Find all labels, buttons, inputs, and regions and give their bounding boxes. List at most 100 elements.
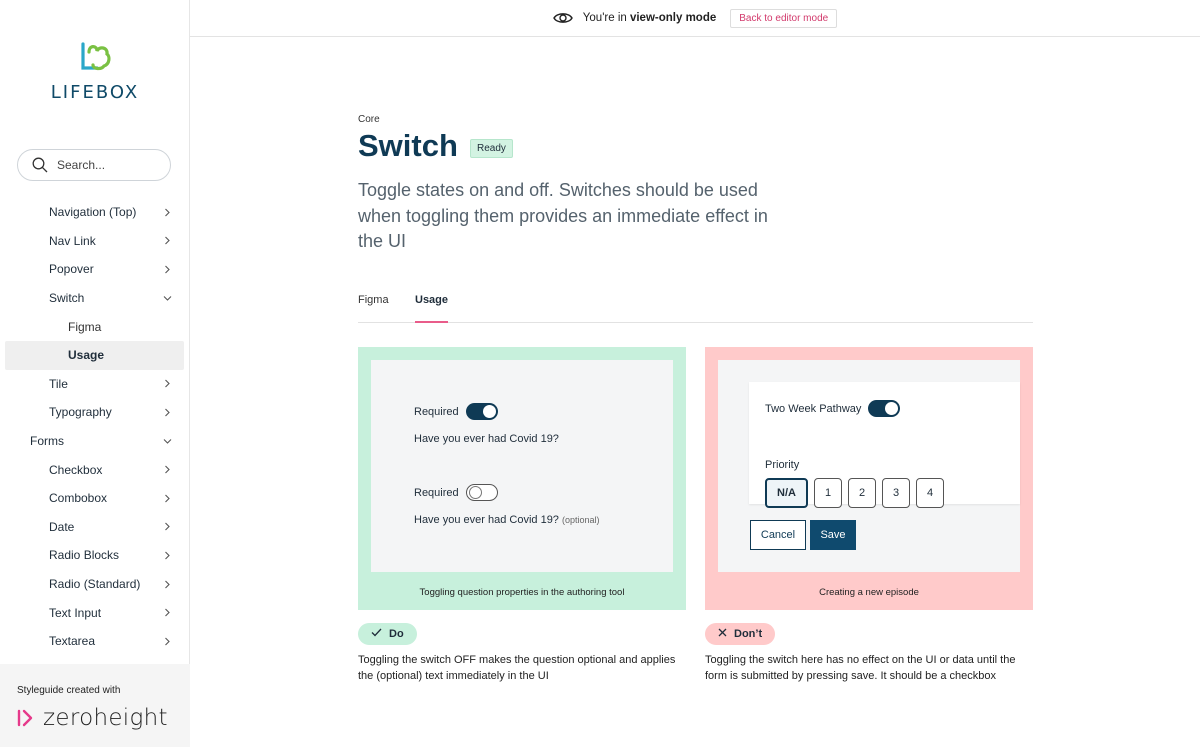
do-example-canvas: Required Have you ever had Covid 19? Req…: [371, 360, 673, 572]
required-toggle-row-on: Required: [414, 403, 498, 420]
chevron-right-icon: [162, 608, 172, 618]
dont-badge: Don’t: [705, 623, 776, 645]
sidebar-item-radio-blocks[interactable]: Radio Blocks: [0, 541, 190, 570]
pathway-toggle-row: Two Week Pathway: [765, 400, 901, 417]
sidebar-item-switch[interactable]: Switch: [0, 284, 190, 313]
chevron-down-icon: [162, 436, 172, 446]
sidebar-item-navigation-top[interactable]: Navigation (Top): [0, 198, 190, 227]
required-label: Required: [414, 486, 459, 499]
sidebar-item-typography[interactable]: Typography: [0, 398, 190, 427]
zeroheight-wordmark: zeroheight: [43, 705, 168, 731]
search-icon: [32, 157, 48, 173]
search-placeholder: Search...: [57, 158, 106, 172]
dont-label: Don’t: [734, 628, 763, 640]
page-description: Toggle states on and off. Switches shoul…: [358, 180, 768, 251]
view-mode-name: view-only mode: [629, 12, 717, 24]
switch-off[interactable]: [465, 484, 498, 501]
sidebar-item-tile[interactable]: Tile: [0, 370, 190, 399]
nav-label: Date: [49, 519, 75, 534]
close-icon: [718, 628, 727, 640]
chevron-right-icon: [162, 207, 172, 217]
status-badge: Ready: [470, 139, 513, 158]
priority-option-1[interactable]: 1: [814, 478, 842, 508]
back-to-editor-button[interactable]: Back to editor mode: [730, 8, 838, 28]
nav-label: Nav Link: [49, 233, 96, 248]
do-caption: Toggling question properties in the auth…: [419, 587, 625, 598]
sidebar: LIFEBOX Search... Navigation (Top) Nav L…: [0, 0, 190, 747]
tab-figma[interactable]: Figma: [358, 294, 389, 324]
priority-label: Priority: [765, 459, 800, 471]
priority-option-4[interactable]: 4: [916, 478, 944, 508]
sidebar-item-textarea[interactable]: Textarea: [0, 627, 190, 656]
eye-icon: [552, 13, 573, 23]
nav-label: Radio (Standard): [49, 577, 141, 592]
sidebar-nav: Navigation (Top) Nav Link Popover Switch…: [0, 198, 190, 656]
zeroheight-link[interactable]: zeroheight: [17, 705, 190, 731]
nav-label: Radio Blocks: [49, 548, 120, 563]
view-mode-text: You're in view-only mode: [583, 12, 716, 24]
dont-guidance: Toggling the switch here has no effect o…: [705, 654, 1016, 682]
dont-example-card: Two Week Pathway Priority N/A 1 2 3 4 Ca…: [705, 347, 1033, 610]
chevron-right-icon: [162, 522, 172, 532]
logo-text: LIFEBOX: [50, 82, 140, 103]
nav-label: Typography: [49, 405, 112, 420]
sidebar-item-combobox[interactable]: Combobox: [0, 484, 190, 513]
nav-label: Popover: [49, 262, 94, 277]
search-input[interactable]: Search...: [17, 149, 171, 181]
sidebar-item-text-input[interactable]: Text Input: [0, 598, 190, 627]
question-text: Have you ever had Covid 19?: [414, 433, 559, 445]
sidebar-item-forms[interactable]: Forms: [0, 427, 190, 456]
tab-usage[interactable]: Usage: [415, 294, 449, 323]
nav-label: Textarea: [49, 634, 96, 649]
nav-label: Usage: [68, 348, 105, 363]
check-icon: [371, 628, 382, 640]
do-label: Do: [389, 628, 404, 640]
nav-label: Figma: [68, 319, 102, 334]
sidebar-item-popover[interactable]: Popover: [0, 255, 190, 284]
sidebar-item-checkbox[interactable]: Checkbox: [0, 455, 190, 484]
logo[interactable]: LIFEBOX: [0, 40, 190, 103]
chevron-right-icon: [162, 379, 172, 389]
nav-label: Text Input: [49, 605, 102, 620]
sidebar-item-figma[interactable]: Figma: [0, 312, 190, 341]
pathway-label: Two Week Pathway: [765, 402, 862, 415]
switch-on[interactable]: [868, 400, 901, 417]
breadcrumb[interactable]: Core: [358, 114, 380, 125]
cancel-button[interactable]: Cancel: [750, 520, 806, 550]
chevron-right-icon: [162, 493, 172, 503]
sidebar-footer: Styleguide created with zeroheight: [0, 664, 190, 747]
required-toggle-row-off: Required: [414, 484, 498, 501]
nav-label: Combobox: [49, 491, 108, 506]
priority-option-2[interactable]: 2: [848, 478, 876, 508]
do-example-card: Required Have you ever had Covid 19? Req…: [358, 347, 686, 610]
question-text-optional: Have you ever had Covid 19? (optional): [414, 514, 600, 526]
dont-caption: Creating a new episode: [819, 587, 919, 598]
priority-option-na[interactable]: N/A: [765, 478, 808, 508]
episode-form-panel: Two Week Pathway Priority N/A 1 2 3 4: [749, 382, 1020, 508]
switch-on[interactable]: [465, 403, 498, 420]
dont-example-canvas: Two Week Pathway Priority N/A 1 2 3 4 Ca…: [718, 360, 1020, 572]
required-label: Required: [414, 405, 459, 418]
nav-label: Forms: [30, 434, 64, 449]
chevron-right-icon: [162, 407, 172, 417]
chevron-right-icon: [162, 579, 172, 589]
priority-option-3[interactable]: 3: [882, 478, 910, 508]
nav-label: Switch: [49, 291, 85, 306]
chevron-right-icon: [162, 550, 172, 560]
sidebar-item-radio-standard[interactable]: Radio (Standard): [0, 570, 190, 599]
nav-label: Tile: [49, 376, 68, 391]
save-button[interactable]: Save: [810, 520, 856, 550]
nav-label: Checkbox: [49, 462, 103, 477]
sidebar-item-nav-link[interactable]: Nav Link: [0, 227, 190, 256]
sidebar-item-usage[interactable]: Usage: [5, 340, 184, 370]
lifebox-logo-icon: [81, 42, 111, 71]
chevron-down-icon: [162, 293, 172, 303]
chevron-right-icon: [162, 636, 172, 646]
view-mode-bar: You're in view-only mode Back to editor …: [190, 0, 1200, 37]
view-mode-prefix: You're in: [582, 12, 630, 24]
chevron-right-icon: [162, 264, 172, 274]
sidebar-item-date[interactable]: Date: [0, 513, 190, 542]
tab-bar: Figma Usage: [358, 292, 1033, 323]
footer-caption: Styleguide created with: [17, 685, 121, 696]
optional-tag: (optional): [562, 515, 600, 525]
